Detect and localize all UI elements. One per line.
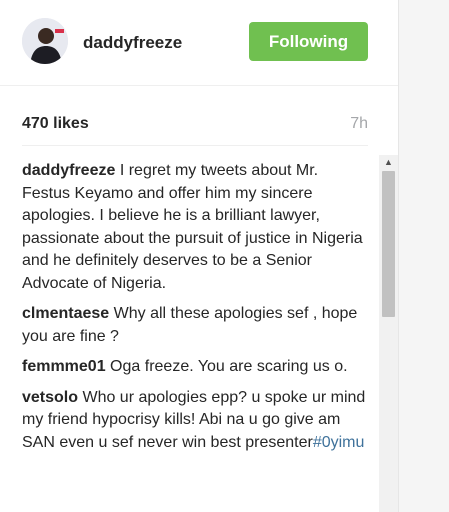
comment-username[interactable]: vetsolo	[22, 389, 78, 406]
comment-item: clmentaese Why all these apologies sef ,…	[22, 303, 367, 348]
header-username[interactable]: daddyfreeze	[83, 33, 182, 53]
comment-username[interactable]: clmentaese	[22, 305, 109, 322]
avatar-image	[22, 18, 68, 64]
comment-username[interactable]: femmme01	[22, 358, 106, 375]
comment-item: femmme01 Oga freeze. You are scaring us …	[22, 356, 367, 379]
likes-row: 470 likes 7h	[22, 115, 368, 137]
post-time[interactable]: 7h	[350, 115, 368, 133]
avatar[interactable]	[22, 18, 68, 64]
following-button[interactable]: Following	[249, 22, 368, 61]
comment-text: I regret my tweets about Mr. Festus Keya…	[22, 162, 363, 292]
scrollbar-thumb[interactable]	[382, 171, 395, 317]
comment-item: vetsolo Who ur apologies epp? u spoke ur…	[22, 387, 367, 455]
comment-item: daddyfreeze I regret my tweets about Mr.…	[22, 160, 367, 295]
divider	[22, 145, 368, 146]
post-panel: daddyfreeze Following 470 likes 7h daddy…	[0, 0, 398, 512]
comment-text: Oga freeze. You are scaring us o.	[105, 358, 348, 375]
comments-scrollbar[interactable]: ▲	[379, 155, 398, 512]
hashtag-link[interactable]: #0yimu	[313, 434, 365, 451]
comment-list: daddyfreeze I regret my tweets about Mr.…	[22, 160, 367, 462]
comment-username[interactable]: daddyfreeze	[22, 162, 115, 179]
scroll-up-arrow-icon[interactable]: ▲	[379, 155, 398, 169]
post-header: daddyfreeze Following	[0, 0, 398, 86]
right-gutter	[398, 0, 449, 512]
likes-count[interactable]: 470 likes	[22, 115, 89, 133]
